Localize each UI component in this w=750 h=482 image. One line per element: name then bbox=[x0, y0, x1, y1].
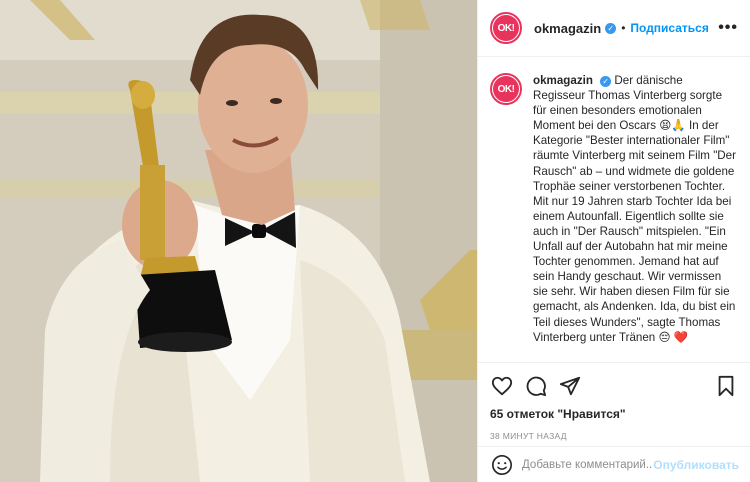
publish-button[interactable]: Опубликовать bbox=[653, 458, 739, 472]
caption-verified-badge-icon: ✓ bbox=[600, 76, 612, 87]
follow-button[interactable]: Подписаться bbox=[630, 21, 708, 35]
bookmark-icon[interactable] bbox=[714, 374, 738, 398]
likes-count[interactable]: 65 отметок "Нравится" bbox=[490, 407, 738, 421]
header-separator: • bbox=[621, 21, 626, 35]
action-icons-row bbox=[490, 369, 738, 403]
post-sidebar: OK! okmagazin ✓ • Подписаться ••• OK! ok… bbox=[477, 0, 750, 482]
emoji-icon[interactable] bbox=[490, 453, 514, 477]
more-options-icon[interactable]: ••• bbox=[718, 19, 738, 37]
post-timestamp[interactable]: 38 минут назад bbox=[490, 431, 738, 441]
comment-bar: Опубликовать bbox=[478, 446, 750, 482]
photo-illustration bbox=[0, 0, 477, 482]
caption-username[interactable]: okmagazin bbox=[533, 74, 593, 87]
share-icon[interactable] bbox=[558, 374, 582, 398]
caption-section: OK! okmagazin ✓ Der dänische Regisseur T… bbox=[478, 57, 750, 362]
instagram-post: OK! okmagazin ✓ • Подписаться ••• OK! ok… bbox=[0, 0, 750, 482]
caption-avatar-logo: OK! bbox=[493, 76, 519, 102]
post-photo[interactable] bbox=[0, 0, 477, 482]
account-avatar[interactable]: OK! bbox=[490, 12, 522, 44]
caption-avatar[interactable]: OK! bbox=[490, 73, 522, 105]
post-header: OK! okmagazin ✓ • Подписаться ••• bbox=[478, 0, 750, 57]
comment-input[interactable] bbox=[522, 458, 654, 471]
heart-icon[interactable] bbox=[490, 374, 514, 398]
account-username[interactable]: okmagazin bbox=[534, 21, 601, 36]
caption-body: Der dänische Regisseur Thomas Vinterberg… bbox=[533, 74, 736, 344]
verified-badge-icon: ✓ bbox=[605, 22, 617, 34]
comment-icon[interactable] bbox=[524, 374, 548, 398]
avatar-logo: OK! bbox=[493, 15, 519, 41]
caption-text-block: okmagazin ✓ Der dänische Regisseur Thoma… bbox=[533, 73, 738, 345]
